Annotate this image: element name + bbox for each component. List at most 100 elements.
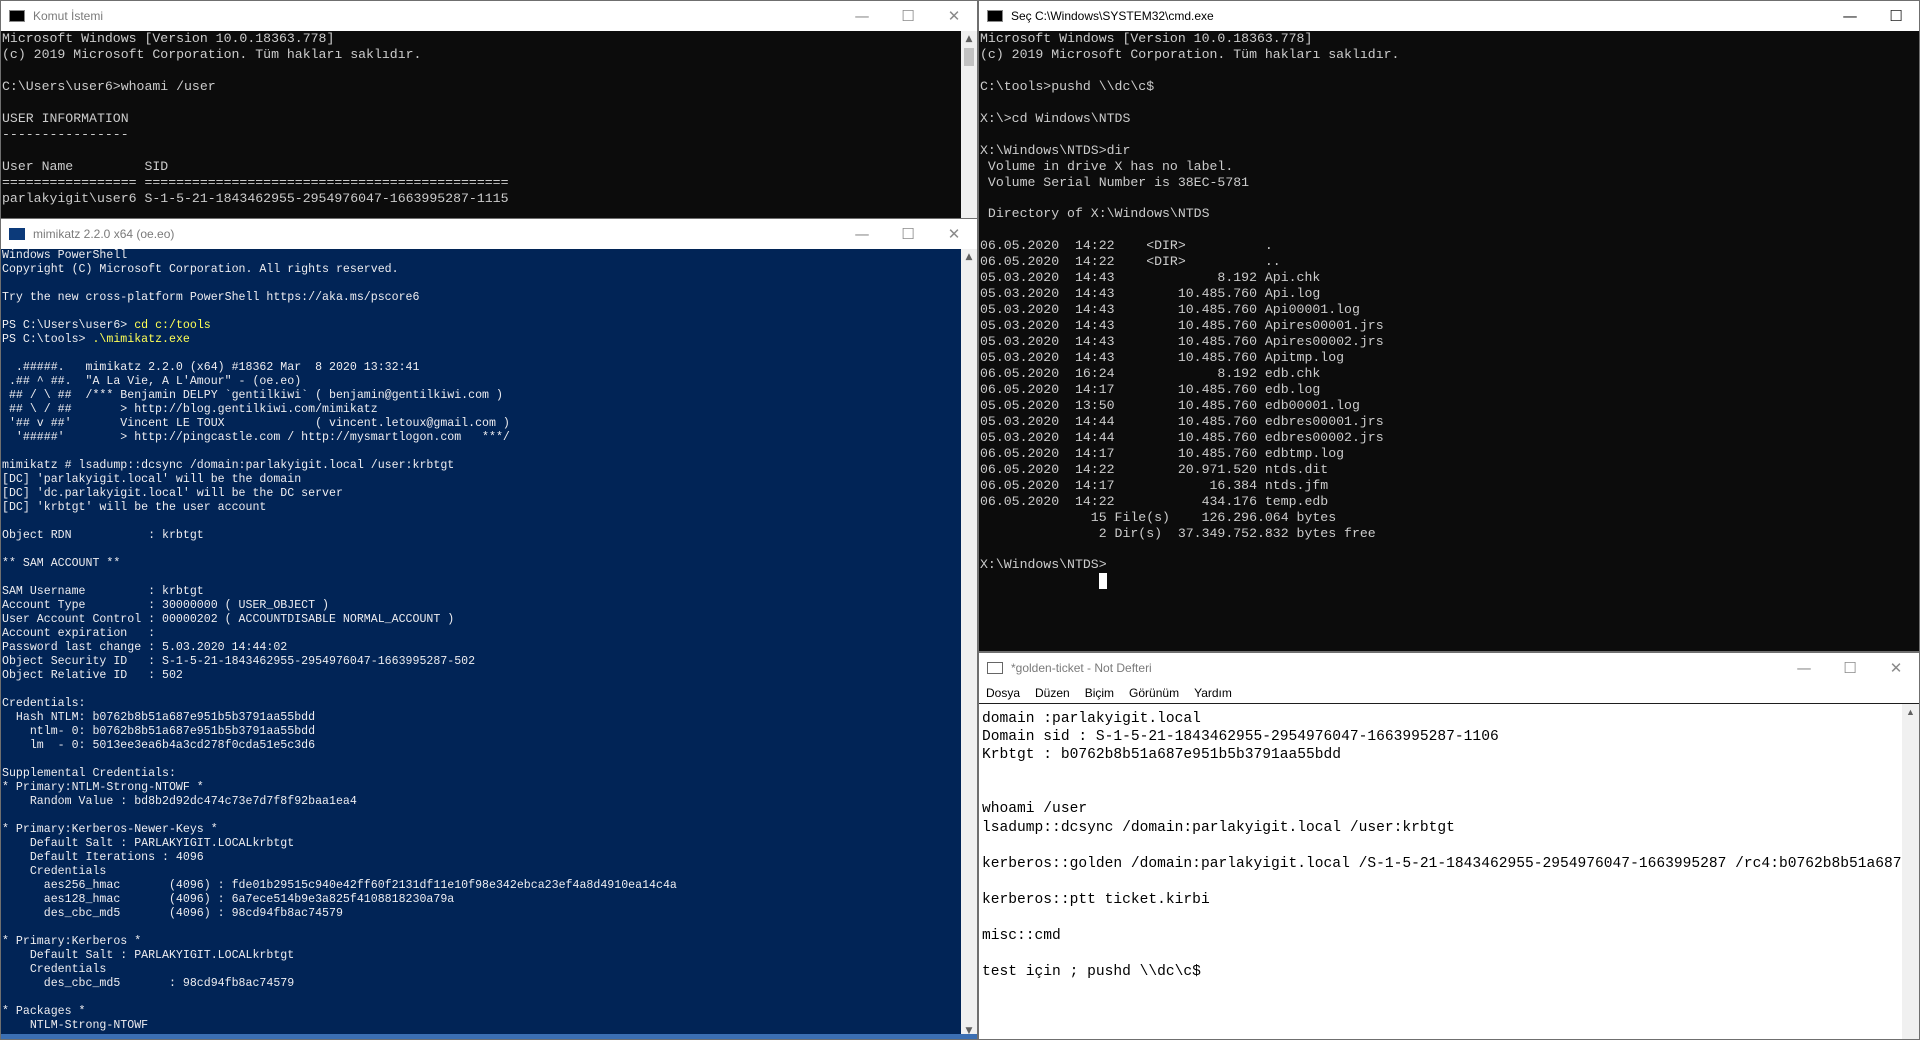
vertical-scrollbar[interactable]: ▲ [961,31,977,221]
powershell-window[interactable]: mimikatz 2.2.0 x64 (oe.eo) — ☐ ✕ Windows… [0,218,978,1040]
text-line [980,222,1919,238]
title-bar[interactable]: Komut İstemi — ☐ ✕ [1,1,977,31]
text-line: domain :parlakyigit.local [982,711,1201,727]
text-line: [DC] 'parlakyigit.local' will be the dom… [2,473,302,486]
text-line: des_cbc_md5 (4096) : 98cd94fb8ac74579 [2,907,343,920]
menu-view[interactable]: Görünüm [1129,686,1179,700]
title-bar[interactable]: Seç C:\Windows\SYSTEM32\cmd.exe — ☐ [979,1,1919,31]
text-line: USER INFORMATION [2,110,129,126]
text-line: Password last change : 5.03.2020 14:44:0… [2,641,288,654]
minimize-button[interactable]: — [839,219,885,249]
text-line: * Primary:Kerberos-Newer-Keys * [2,823,218,836]
close-button[interactable]: ✕ [1873,653,1919,683]
text-line: Object Relative ID : 502 [2,669,183,682]
text-line: 05.03.2020 14:43 10.485.760 Api.log [980,286,1321,302]
text-line: lsadump::dcsync /domain:parlakyigit.loca… [982,819,1455,836]
text-line: 06.05.2020 14:17 10.485.760 edb.log [980,381,1321,397]
text-line [2,63,961,79]
text-line [982,873,1902,891]
scroll-up-icon[interactable]: ▲ [961,249,977,265]
text-line: 05.03.2020 14:44 10.485.760 edbres00001.… [980,413,1384,429]
menu-file[interactable]: Dosya [986,686,1020,700]
text-line: Copyright (C) Microsoft Corporation. All… [2,263,399,276]
text-line: (c) 2019 Microsoft Corporation. Tüm hakl… [980,46,1400,62]
close-button[interactable]: ✕ [931,1,977,31]
text-line: Try the new cross-platform PowerShell ht… [2,291,420,304]
menu-format[interactable]: Biçim [1085,686,1114,700]
minimize-button[interactable]: — [1781,653,1827,683]
text-line [982,909,1902,927]
notepad-window[interactable]: *golden-ticket - Not Defteri — ☐ ✕ Dosya… [978,652,1920,1040]
scroll-thumb[interactable] [964,48,974,66]
console-output[interactable]: Microsoft Windows [Version 10.0.18363.77… [1,31,961,221]
cursor-line [980,573,1919,590]
text-editor[interactable]: domain :parlakyigit.local Domain sid : S-… [979,704,1902,1039]
text-line: Account expiration : [2,627,156,640]
console-output[interactable]: Windows PowerShell Copyright (C) Microsof… [1,249,961,1039]
text-line [2,445,961,459]
title-bar[interactable]: *golden-ticket - Not Defteri — ☐ ✕ [979,653,1919,683]
text-line: User Account Control : 00000202 ( ACCOUN… [2,613,455,626]
scroll-up-icon[interactable]: ▲ [1902,704,1919,720]
text-line: User Name SID [2,158,169,174]
menu-help[interactable]: Yardım [1194,686,1232,700]
text-line [2,305,961,319]
text-line: Domain sid : S-1-5-21-1843462955-2954976… [982,729,1499,746]
minimize-button[interactable]: — [1827,1,1873,31]
text-line [2,347,961,361]
text-line: Windows PowerShell [2,249,128,262]
console-output[interactable]: Microsoft Windows [Version 10.0.18363.77… [979,31,1919,651]
text-line: 15 File(s) 126.296.064 bytes [980,509,1337,525]
powershell-icon [9,228,25,240]
text-line: PS C:\Users\user6> cd c:/tools [2,319,211,332]
window-title: mimikatz 2.2.0 x64 (oe.eo) [33,227,175,241]
text-line: ---------------- [2,126,129,142]
text-line: 05.03.2020 14:43 10.485.760 Apires00002.… [980,334,1384,350]
text-line: 05.03.2020 14:43 8.192 Api.chk [980,270,1321,286]
notepad-icon [987,662,1003,674]
text-line: * Packages * [2,1005,86,1018]
text-line: 06.05.2020 14:22 20.971.520 ntds.dit [980,461,1329,477]
text-line: 05.03.2020 14:43 10.485.760 Api00001.log [980,302,1360,318]
maximize-button[interactable]: ☐ [1873,1,1919,31]
text-line [2,143,961,159]
scroll-up-icon[interactable]: ▲ [961,31,977,47]
text-line: ================= ======================… [2,174,509,190]
text-line: parlakyigit\user6 S-1-5-21-1843462955-29… [2,190,509,206]
text-line: [DC] 'dc.parlakyigit.local' will be the … [2,487,343,500]
text-line [2,683,961,697]
title-bar[interactable]: mimikatz 2.2.0 x64 (oe.eo) — ☐ ✕ [1,219,977,249]
text-line: 06.05.2020 14:17 16.384 ntds.jfm [980,477,1329,493]
maximize-button[interactable]: ☐ [885,219,931,249]
cmd-window-1[interactable]: Komut İstemi — ☐ ✕ Microsoft Windows [Ve… [0,0,978,222]
text-line: 2 Dir(s) 37.349.752.832 bytes free [980,525,1376,541]
text-line: PS C:\tools> .\mimikatz.exe [2,333,190,346]
text-line: X:\Windows\NTDS> [980,557,1107,573]
text-line: kerberos::ptt ticket.kirbi [982,891,1210,908]
cmd-window-2[interactable]: Seç C:\Windows\SYSTEM32\cmd.exe — ☐ Micr… [978,0,1920,652]
text-line: .## ^ ##. "A La Vie, A L'Amour" - (oe.eo… [2,375,302,388]
text-line [980,95,1919,111]
menu-edit[interactable]: Düzen [1035,686,1070,700]
text-line: Microsoft Windows [Version 10.0.18363.77… [980,31,1313,46]
text-line: des_cbc_md5 : 98cd94fb8ac74579 [2,977,295,990]
text-line: 06.05.2020 14:22 <DIR> . [980,238,1273,254]
text-line [982,764,1902,782]
text-line: (c) 2019 Microsoft Corporation. Tüm hakl… [2,46,422,62]
vertical-scrollbar[interactable]: ▲ ▼ [961,249,977,1039]
vertical-scrollbar[interactable]: ▲ [1902,704,1919,1039]
maximize-button[interactable]: ☐ [1827,653,1873,683]
text-line: Krbtgt : b0762b8b51a687e951b5b3791aa55bd… [982,747,1342,764]
text-line: ## / \ ## /*** Benjamin DELPY `gentilkiw… [2,389,503,402]
text-line [2,571,961,585]
text-line [980,542,1919,558]
text-line: mimikatz # lsadump::dcsync /domain:parla… [2,459,455,472]
maximize-button[interactable]: ☐ [885,1,931,31]
minimize-button[interactable]: — [839,1,885,31]
close-button[interactable]: ✕ [931,219,977,249]
text-line: 05.03.2020 14:43 10.485.760 Apires00001.… [980,318,1384,334]
text-line [2,543,961,557]
text-line: 06.05.2020 16:24 8.192 edb.chk [980,366,1321,382]
window-title: Seç C:\Windows\SYSTEM32\cmd.exe [1011,9,1214,23]
text-line [980,191,1919,207]
